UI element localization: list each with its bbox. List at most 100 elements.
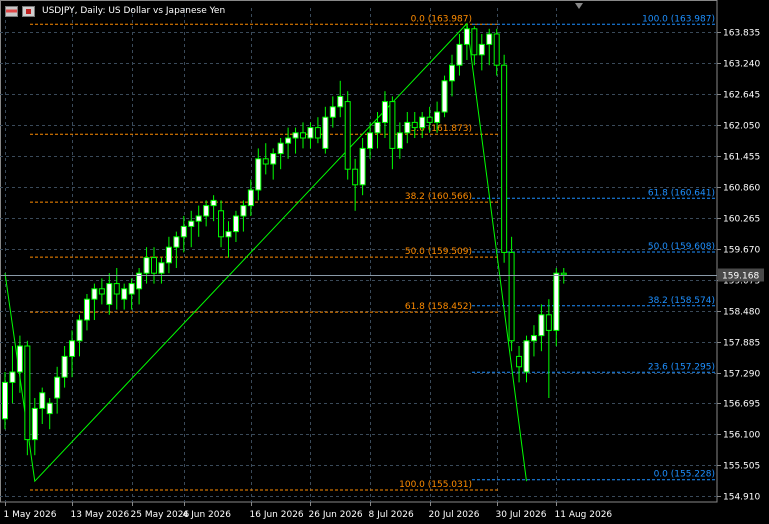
- x-tick-label: 26 Jun 2026: [309, 510, 363, 520]
- y-tick-label: 155.505: [723, 462, 760, 472]
- candle-body: [411, 121, 418, 129]
- y-tick-label: 158.480: [723, 308, 760, 318]
- candle-body: [553, 272, 560, 331]
- candle-body: [173, 236, 180, 248]
- plot-frame: [0, 0, 718, 503]
- candle-body: [329, 106, 336, 118]
- y-tick-label: 154.910: [723, 493, 760, 503]
- candle-body: [359, 147, 366, 186]
- candle-body: [434, 111, 441, 123]
- candle-body: [307, 127, 314, 139]
- candle-body: [314, 127, 321, 139]
- y-tick-label: 160.860: [723, 184, 760, 194]
- x-tick-label: 16 Jun 2026: [250, 510, 304, 520]
- fibo2-level-label: 0.0 (155.228): [654, 470, 715, 480]
- y-tick-label: 156.100: [723, 431, 760, 441]
- candle-body: [210, 199, 217, 207]
- fibo2-level-label: 100.0 (163.987): [642, 14, 715, 24]
- y-tick-label: 157.290: [723, 370, 760, 380]
- fibo2-level-label: 50.0 (159.608): [648, 242, 715, 252]
- candle-body: [367, 132, 374, 149]
- price-chart[interactable]: 163.835 163.240 162.645 162.050 161.455 160.8…: [0, 0, 769, 524]
- candle-body: [188, 220, 195, 227]
- y-tick-label: 162.050: [723, 122, 760, 132]
- fibo-level-label: 61.8 (158.452): [405, 302, 472, 312]
- candle-body: [285, 137, 292, 144]
- candle-body: [203, 205, 210, 217]
- candle-body: [419, 116, 426, 129]
- current-price-label: 159.168: [722, 272, 759, 282]
- candle-body: [76, 319, 83, 342]
- candle-body: [396, 132, 403, 149]
- candle-body: [352, 168, 359, 186]
- candle-body: [225, 231, 232, 238]
- x-tick-label: 13 May 2026: [71, 510, 130, 520]
- fibo2-level-label: 38.2 (158.574): [648, 296, 715, 306]
- y-tick-label: 157.885: [723, 339, 760, 349]
- candle-body: [255, 158, 262, 191]
- candle-body: [69, 340, 76, 357]
- candle-body: [292, 132, 299, 139]
- x-tick-label: 4 Jun 2026: [183, 510, 232, 520]
- candle-body: [538, 314, 545, 337]
- x-tick-label: 30 Jul 2026: [496, 510, 547, 520]
- y-tick-label: 160.265: [723, 215, 760, 225]
- chart-window-icon[interactable]: [5, 5, 18, 17]
- candle-body: [270, 153, 277, 165]
- candle-body: [501, 64, 508, 253]
- candle-body: [158, 262, 165, 274]
- fibo-level-label: 100.0 (155.031): [399, 480, 472, 490]
- candle-body: [98, 288, 105, 295]
- candle-body: [54, 376, 61, 399]
- candle-body: [404, 121, 411, 134]
- candle-body: [165, 246, 172, 264]
- candle-body: [180, 225, 187, 238]
- y-tick-label: 161.455: [723, 153, 760, 163]
- fibo-level-label: 50.0 (159.509): [405, 247, 472, 257]
- candle-body: [389, 101, 396, 149]
- candle-body: [31, 407, 38, 441]
- y-tick-label: 159.670: [723, 246, 760, 256]
- chart-shift-marker[interactable]: [575, 3, 583, 9]
- candle-body: [322, 116, 329, 149]
- candle-body: [545, 314, 552, 331]
- candle-body: [523, 340, 530, 373]
- candle-body: [374, 121, 381, 134]
- candle-body: [463, 28, 470, 45]
- candle-body: [195, 215, 202, 222]
- candle-body: [344, 101, 351, 170]
- candle-body: [277, 142, 284, 155]
- candle-body: [232, 215, 239, 233]
- candle-body: [128, 283, 135, 295]
- candle-body: [121, 288, 128, 300]
- y-tick-label: 163.835: [723, 29, 760, 39]
- x-tick-label: 11 Aug 2026: [555, 510, 613, 520]
- fibo2-level-label: 61.8 (160.641): [648, 188, 715, 198]
- candle-body: [426, 116, 433, 123]
- candle-body: [9, 371, 16, 383]
- candle-body: [262, 158, 269, 165]
- candle-body: [16, 345, 23, 373]
- y-tick-label: 156.695: [723, 400, 760, 410]
- fibo2-level-label: 23.6 (157.295): [648, 362, 715, 372]
- candle-body: [560, 272, 567, 276]
- fibo-level-label: 38.2 (160.566): [405, 192, 472, 202]
- candle-body: [486, 33, 493, 45]
- x-tick-label: 25 May 2026: [131, 510, 190, 520]
- x-tick-label: 8 Jul 2026: [369, 510, 414, 520]
- candle-body: [83, 298, 90, 321]
- candle-body: [508, 251, 515, 342]
- candle-body: [471, 28, 478, 56]
- candle-body: [478, 43, 485, 56]
- candle-body: [530, 335, 537, 342]
- candle-body: [151, 257, 157, 274]
- chart-title: USDJPY, Daily: US Dollar vs Japanese Yen: [42, 6, 226, 16]
- calendar-icon[interactable]: [22, 5, 35, 17]
- fibo-level-label: 0.0 (163.987): [411, 14, 472, 24]
- candle-body: [247, 189, 254, 207]
- candle-body: [218, 210, 225, 238]
- candle-body: [516, 355, 523, 368]
- candle-body: [113, 283, 120, 295]
- candle-body: [493, 33, 500, 66]
- y-tick-label: 162.645: [723, 91, 760, 101]
